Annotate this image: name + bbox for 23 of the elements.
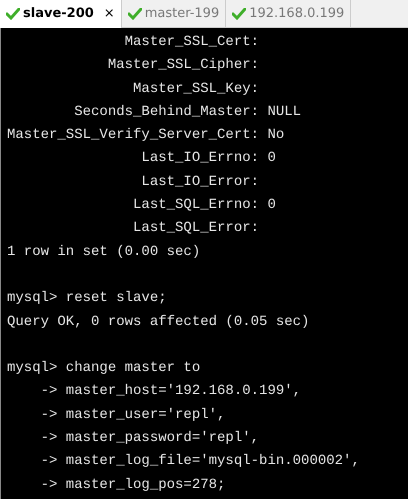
terminal-line: Master_SSL_Cert: (124, 33, 260, 52)
terminal-line: -> master_password='repl', (40, 429, 260, 448)
terminal-line: Master_SSL_Cipher: (106, 56, 260, 76)
tab[interactable]: slave-200 (6, 4, 94, 24)
terminal-line: Query OK, 0 rows affected (0.05 sec) (7, 312, 310, 332)
terminal-line: Seconds_Behind_Master: NULL (73, 102, 302, 122)
terminal-line: mysql> reset slave; (7, 289, 168, 308)
terminal-line: -> master_log_pos=278; (40, 476, 226, 495)
close-button[interactable]: × (104, 4, 115, 24)
terminal-line: Last_SQL_Errno: 0 (132, 196, 277, 216)
terminal-line: Master_SSL_Key: (132, 80, 260, 99)
terminal-line: Last_IO_Errno: 0 (140, 149, 277, 168)
terminal-line: Last_IO_Error: (140, 172, 260, 192)
terminal-line: Last_SQL_Error: (132, 219, 260, 238)
terminal-line: mysql> change master to (7, 359, 202, 378)
terminal-line: -> master_host='192.168.0.199', (40, 382, 302, 402)
terminal-line: -> master_log_file='mysql-bin.000002', (40, 452, 361, 472)
check-icon (128, 8, 142, 20)
terminal-line: -> master_user='repl', (40, 406, 226, 425)
terminal-line: Master_SSL_Verify_Server_Cert: No (7, 126, 286, 146)
check-icon (6, 8, 20, 20)
terminal-line: 1 row in set (0.00 sec) (7, 242, 202, 262)
check-icon (232, 8, 246, 20)
